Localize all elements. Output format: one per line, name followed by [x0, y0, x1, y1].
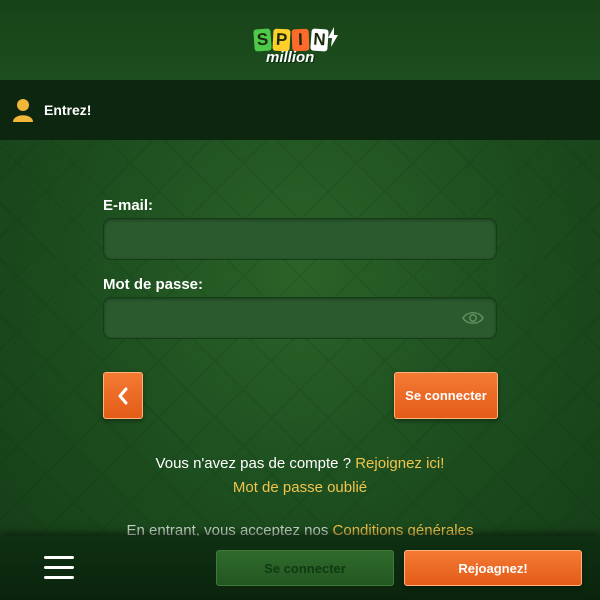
bottom-login-button[interactable]: Se connecter	[216, 550, 394, 586]
user-icon	[13, 99, 33, 122]
no-account-text: Vous n'avez pas de compte ?	[155, 455, 352, 472]
forgot-password-link[interactable]: Mot de passe oublié	[233, 479, 367, 496]
menu-line	[44, 556, 74, 559]
logo-subtitle: million	[266, 49, 315, 66]
join-here-link[interactable]: Rejoignez ici!	[355, 455, 444, 472]
password-label: Mot de passe:	[103, 276, 204, 293]
site-header: S P I N million	[0, 0, 600, 80]
logo-letter: I	[291, 28, 310, 52]
hamburger-menu-icon[interactable]	[44, 556, 74, 580]
chevron-left-icon	[118, 387, 128, 404]
lightning-bolt-icon	[328, 27, 338, 47]
email-label: E-mail:	[103, 197, 154, 214]
back-button[interactable]	[103, 372, 143, 419]
email-field[interactable]	[104, 219, 496, 259]
entrez-label: Entrez!	[44, 102, 92, 118]
signup-prompt: Vous n'avez pas de compte ? Rejoignez ic…	[0, 455, 600, 472]
forgot-password-line: Mot de passe oublié	[0, 479, 600, 496]
logo-letter: P	[272, 28, 291, 52]
spin-million-logo[interactable]: S P I N million	[250, 9, 350, 71]
password-field-wrapper	[103, 297, 497, 339]
logo-tiles: S P I N	[253, 28, 329, 52]
menu-line	[44, 576, 74, 579]
menu-line	[44, 566, 74, 569]
email-field-wrapper	[103, 218, 497, 260]
bottom-join-button[interactable]: Rejoagnez!	[404, 550, 582, 586]
password-field[interactable]	[104, 298, 496, 338]
eye-icon[interactable]	[462, 309, 484, 327]
bottom-nav-bar: Se connecter Rejoagnez!	[0, 536, 600, 600]
login-button[interactable]: Se connecter	[394, 372, 498, 419]
entrez-bar: Entrez!	[0, 80, 600, 140]
